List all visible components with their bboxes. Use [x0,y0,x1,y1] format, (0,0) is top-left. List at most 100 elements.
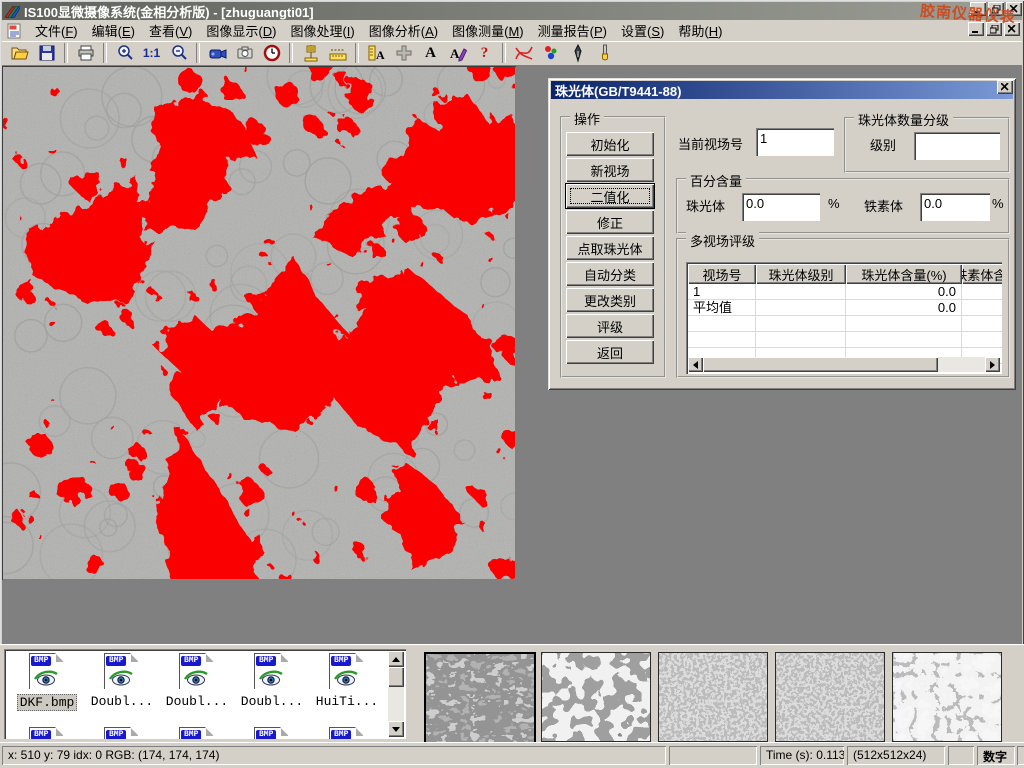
scroll-up-icon[interactable] [388,651,404,667]
column-header-field[interactable]: 视场号 [688,264,756,284]
table-row-empty [688,332,1002,348]
table-h-scrollbar[interactable] [688,357,1000,372]
file-list-scrollbar[interactable] [388,651,404,737]
toolbar: 1:1 A A A ? [2,41,1022,66]
column-header-grade[interactable]: 珠光体级别 [756,264,846,284]
zoom-out-icon[interactable] [165,42,192,64]
caliper-icon[interactable] [297,42,324,64]
menu-item-settings[interactable]: 设置(S) [614,19,671,42]
toolbar-separator [103,43,107,63]
scrollbar-thumb[interactable] [388,667,404,687]
new-field-button[interactable]: 新视场 [566,158,654,182]
app-icon [4,4,20,18]
capture-camera-icon[interactable] [231,42,258,64]
dialog-close-icon[interactable] [997,80,1013,94]
file-browser[interactable]: BMP DKF.bmp BMP Doubl... BMP Doubl... BM… [4,649,406,739]
zoom-in-icon[interactable] [111,42,138,64]
thumbnail-dkf[interactable] [424,652,536,744]
grid-tool-icon[interactable] [390,42,417,64]
bmp-file-icon: BMP [179,727,215,739]
grade-level-input[interactable] [914,132,1000,160]
help-icon[interactable]: ? [471,42,498,64]
document-icon [6,23,22,39]
zoom-one-to-one-icon[interactable]: 1:1 [138,42,165,64]
file-name[interactable]: Doubl... [89,694,155,709]
menu-item-help[interactable]: 帮助(H) [671,19,729,42]
status-resize-grip [1017,746,1024,765]
calibration-icon[interactable]: A [363,42,390,64]
auto-classify-button[interactable]: 自动分类 [566,262,654,286]
status-time: Time (s): 0.113 [760,746,844,765]
percent-group: 百分含量 珠光体 0.0 % 铁素体 0.0 % [676,178,1010,234]
multifield-group-label: 多视场评级 [686,231,759,250]
thumbnail-3[interactable] [658,652,768,742]
file-item[interactable]: BMP Doubl... [87,653,157,710]
change-class-button[interactable]: 更改类别 [566,288,654,312]
file-item[interactable]: BMP Doubl... [237,653,307,710]
file-item[interactable]: BMP [162,727,232,739]
file-item[interactable]: BMP Doubl... [162,653,232,710]
file-item[interactable]: BMP [237,727,307,739]
video-camera-icon[interactable] [204,42,231,64]
thumbnail-2[interactable] [541,652,651,742]
annotate-tool-icon[interactable]: A [444,42,471,64]
status-empty-panel [669,746,757,765]
correct-button[interactable]: 修正 [566,210,654,234]
pick-pearlite-button[interactable]: 点取珠光体 [566,236,654,260]
scroll-right-icon[interactable] [985,357,1000,372]
open-file-icon[interactable] [6,42,33,64]
toolbar-separator [502,43,506,63]
scroll-down-icon[interactable] [388,721,404,737]
file-item[interactable]: BMP [87,727,157,739]
status-cursor-position: x: 510 y: 79 idx: 0 RGB: (174, 174, 174) [2,746,666,765]
scrollbar-thumb[interactable] [703,357,938,372]
current-field-input[interactable]: 1 [756,128,834,156]
thumbnail-4[interactable] [775,652,885,742]
file-item[interactable]: BMP [12,727,82,739]
ferrite-percent-input[interactable]: 0.0 [920,193,990,221]
particle-analysis-icon[interactable] [537,42,564,64]
scroll-left-icon[interactable] [688,357,703,372]
ruler-icon[interactable] [324,42,351,64]
pearlite-percent-input[interactable]: 0.0 [742,193,820,221]
text-tool-icon[interactable]: A [417,42,444,64]
timer-icon[interactable] [258,42,285,64]
brush-tool-icon[interactable] [591,42,618,64]
file-item[interactable]: BMP DKF.bmp [12,653,82,711]
menu-item-view[interactable]: 查看(V) [142,19,199,42]
menu-item-image-display[interactable]: 图像显示(D) [199,19,283,42]
thumbnail-huiti[interactable] [892,652,1002,742]
table-row[interactable]: 1 0.0 [688,284,1002,300]
file-name[interactable]: HuiTi... [314,694,380,709]
title-bar: IS100显微摄像系统(金相分析版) - [zhuguangti01] [2,2,1022,20]
pen-tool-icon[interactable] [564,42,591,64]
save-icon[interactable] [33,42,60,64]
return-button[interactable]: 返回 [566,340,654,364]
menu-item-image-processing[interactable]: 图像处理(I) [283,19,361,42]
file-name[interactable]: Doubl... [239,694,305,709]
svg-text:A: A [450,46,460,61]
menu-item-measure-report[interactable]: 测量报告(P) [531,19,614,42]
micrograph-image[interactable] [2,66,516,580]
initialize-button[interactable]: 初始化 [566,132,654,156]
curve-tool-icon[interactable] [510,42,537,64]
dialog-title-bar[interactable]: 珠光体(GB/T9441-88) [551,81,1013,99]
file-name[interactable]: Doubl... [164,694,230,709]
file-item[interactable]: BMP [312,727,382,739]
dialog-title: 珠光体(GB/T9441-88) [555,81,681,100]
grade-button[interactable]: 评级 [566,314,654,338]
operations-group-label: 操作 [570,109,604,128]
column-header-pearlite[interactable]: 珠光体含量(%) [846,264,962,284]
table-row[interactable]: 平均值 0.0 [688,300,1002,316]
column-header-ferrite[interactable]: 铁素体含量(%) [962,264,1002,284]
file-name[interactable]: DKF.bmp [17,694,78,711]
print-icon[interactable] [72,42,99,64]
menu-item-image-measure[interactable]: 图像测量(M) [445,19,531,42]
file-item[interactable]: BMP HuiTi... [312,653,382,710]
multifield-table[interactable]: 视场号 珠光体级别 珠光体含量(%) 铁素体含量(%) 1 0.0 平均值 0.… [686,262,1002,374]
menu-item-image-analysis[interactable]: 图像分析(A) [362,19,445,42]
menu-item-file[interactable]: 文件(F) [28,19,85,42]
menu-item-edit[interactable]: 编辑(E) [85,19,142,42]
toolbar-separator [196,43,200,63]
binarize-button[interactable]: 二值化 [566,184,654,208]
